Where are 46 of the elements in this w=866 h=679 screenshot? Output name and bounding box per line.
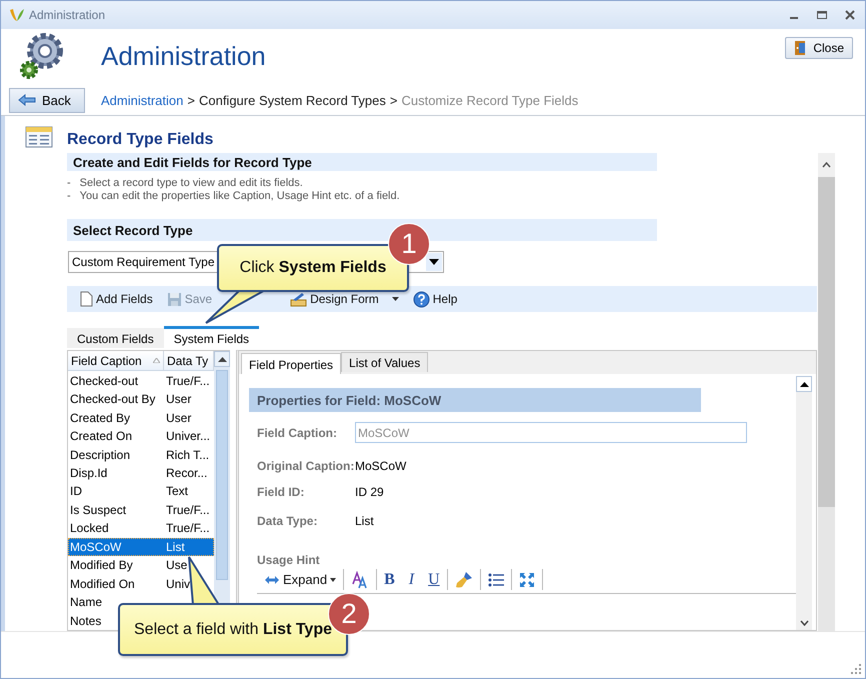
breadcrumb-item: Configure System Record Types <box>198 92 386 108</box>
section-subtitle: Create and Edit Fields for Record Type <box>67 153 657 171</box>
data-type: Use <box>165 558 188 572</box>
instruction-text: You can edit the properties like Caption, Usage Hint etc. of a field. <box>80 190 400 202</box>
data-type: User <box>165 392 192 406</box>
field-label: Original Caption: <box>257 459 355 474</box>
field-caption: Modified By <box>69 558 134 572</box>
data-type: Text <box>165 484 190 498</box>
data-type: Recor... <box>165 466 208 480</box>
field-caption: Checked-out <box>69 374 140 388</box>
field-caption: Checked-out By <box>69 392 156 406</box>
section-title: Record Type Fields <box>67 130 214 150</box>
data-type: List <box>165 540 186 554</box>
properties-heading: Properties for Field: MoSCoW <box>249 388 701 412</box>
field-value: ID 29 <box>355 485 385 500</box>
bullet-dash: - <box>67 177 71 189</box>
field-label: Field Caption: <box>257 426 338 440</box>
field-label: Field ID: <box>257 485 306 500</box>
data-type: True/F... <box>165 374 211 388</box>
instruction-text: Select a record type to view and edit its fields. <box>80 177 303 189</box>
field-value: MoSCoW <box>355 459 408 474</box>
field-caption: Created On <box>69 429 134 444</box>
page-title: Administration <box>101 41 267 72</box>
field-caption: MoSCoW <box>69 540 122 554</box>
usage-hint-label: Usage Hint <box>257 552 321 567</box>
data-type: Univ <box>165 576 192 591</box>
field-caption: Description <box>69 448 132 462</box>
field-caption: ID <box>69 484 83 498</box>
window-title: Administration <box>29 8 106 22</box>
data-type: True/F... <box>165 502 211 517</box>
data-type: True/F... <box>165 521 211 536</box>
data-type: User <box>165 410 192 425</box>
field-caption: Modified On <box>69 576 136 591</box>
field-caption: Locked <box>69 521 110 536</box>
field-caption: Disp.Id <box>69 466 108 480</box>
field-label: Data Type: <box>257 514 318 528</box>
field-value: List <box>355 514 375 528</box>
data-type: Rich T... <box>165 448 210 462</box>
bullet-dash: - <box>67 190 71 202</box>
field-caption: Created By <box>69 410 132 425</box>
field-caption: Is Suspect <box>69 502 128 517</box>
field-caption: Name <box>69 595 104 610</box>
breadcrumb-separator: > <box>187 92 195 108</box>
breadcrumb-separator: > <box>390 92 398 108</box>
data-type: Univer... <box>165 429 212 444</box>
breadcrumb-item: Customize Record Type Fields <box>401 92 578 108</box>
